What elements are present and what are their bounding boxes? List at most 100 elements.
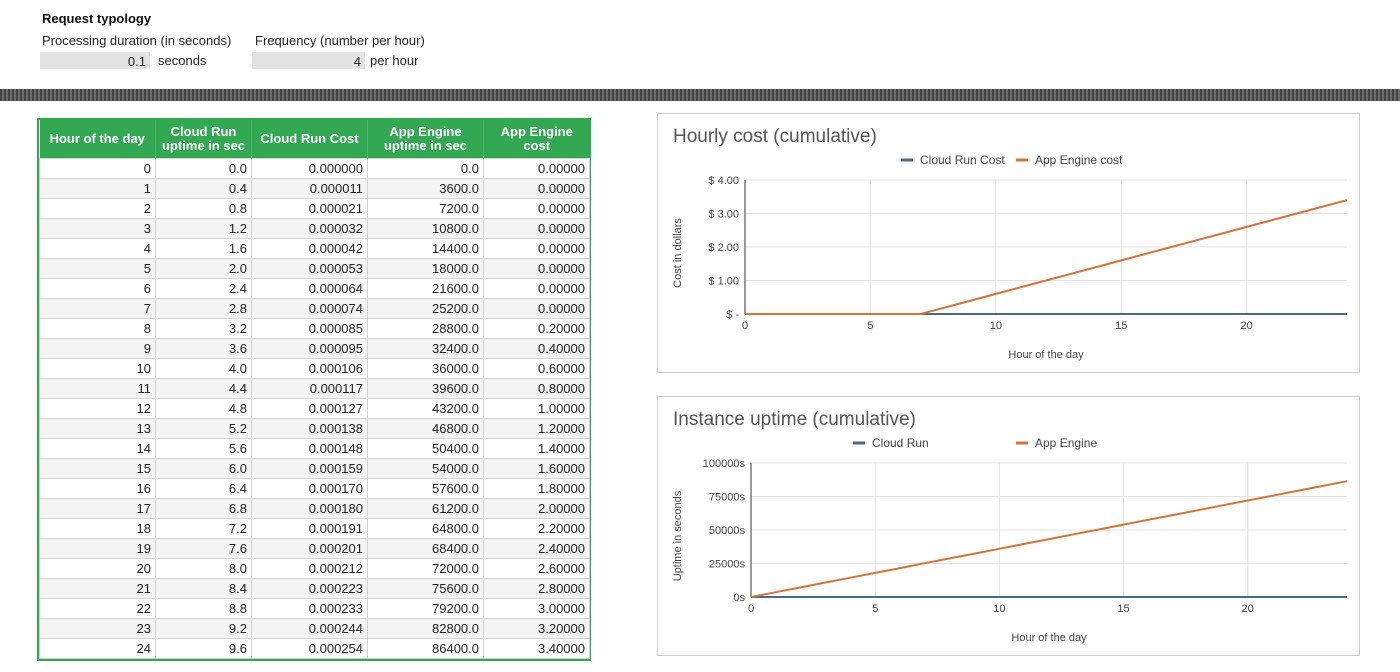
cell-hour[interactable]: 18 [39,518,156,539]
cell-cloud-run-uptime[interactable]: 0.8 [155,198,252,219]
cell-hour[interactable]: 0 [39,158,156,179]
cell-cloud-run-uptime[interactable]: 8.8 [155,598,252,619]
cell-hour[interactable]: 15 [39,458,156,479]
cell-app-engine-cost[interactable]: 2.00000 [483,498,590,519]
cell-app-engine-uptime[interactable]: 72000.0 [367,558,484,579]
cell-hour[interactable]: 10 [39,358,156,379]
cell-cloud-run-cost[interactable]: 0.000254 [251,638,368,659]
cell-cloud-run-cost[interactable]: 0.000191 [251,518,368,539]
cell-cloud-run-uptime[interactable]: 1.6 [155,238,252,259]
cell-app-engine-cost[interactable]: 1.80000 [483,478,590,499]
cell-app-engine-uptime[interactable]: 64800.0 [367,518,484,539]
cell-cloud-run-uptime[interactable]: 3.6 [155,338,252,359]
cell-hour[interactable]: 16 [39,478,156,499]
frequency-input[interactable] [252,52,365,69]
cell-cloud-run-cost[interactable]: 0.000011 [251,178,368,199]
cell-app-engine-uptime[interactable]: 50400.0 [367,438,484,459]
cell-cloud-run-uptime[interactable]: 6.4 [155,478,252,499]
cell-app-engine-uptime[interactable]: 68400.0 [367,538,484,559]
cell-hour[interactable]: 2 [39,198,156,219]
cell-hour[interactable]: 24 [39,638,156,659]
cell-cloud-run-cost[interactable]: 0.000170 [251,478,368,499]
header-cloud-run-uptime[interactable]: Cloud Run uptime in sec [155,120,252,159]
cell-hour[interactable]: 5 [39,258,156,279]
cell-cloud-run-uptime[interactable]: 6.8 [155,498,252,519]
hourly-cost-chart-card[interactable]: Hourly cost (cumulative) Cloud Run Cost Ap… [657,113,1360,373]
cell-app-engine-uptime[interactable]: 86400.0 [367,638,484,659]
cell-app-engine-uptime[interactable]: 57600.0 [367,478,484,499]
cell-app-engine-uptime[interactable]: 0.0 [367,158,484,179]
cell-cloud-run-uptime[interactable]: 4.8 [155,398,252,419]
cell-app-engine-cost[interactable]: 3.00000 [483,598,590,619]
cell-cloud-run-cost[interactable]: 0.000085 [251,318,368,339]
cell-cloud-run-uptime[interactable]: 1.2 [155,218,252,239]
cell-app-engine-cost[interactable]: 0.00000 [483,178,590,199]
cell-cloud-run-uptime[interactable]: 8.0 [155,558,252,579]
cell-cloud-run-uptime[interactable]: 9.6 [155,638,252,659]
cell-app-engine-cost[interactable]: 0.00000 [483,198,590,219]
cell-cloud-run-cost[interactable]: 0.000021 [251,198,368,219]
header-app-engine-uptime[interactable]: App Engine uptime in sec [367,120,484,159]
cell-cloud-run-cost[interactable]: 0.000148 [251,438,368,459]
cell-app-engine-cost[interactable]: 0.40000 [483,338,590,359]
cell-cloud-run-cost[interactable]: 0.000138 [251,418,368,439]
cell-app-engine-cost[interactable]: 0.00000 [483,158,590,179]
cell-app-engine-cost[interactable]: 0.00000 [483,278,590,299]
cell-app-engine-uptime[interactable]: 28800.0 [367,318,484,339]
cell-cloud-run-uptime[interactable]: 0.4 [155,178,252,199]
cell-app-engine-cost[interactable]: 1.40000 [483,438,590,459]
cell-hour[interactable]: 22 [39,598,156,619]
cell-app-engine-uptime[interactable]: 39600.0 [367,378,484,399]
cell-app-engine-cost[interactable]: 1.20000 [483,418,590,439]
cell-app-engine-cost[interactable]: 0.60000 [483,358,590,379]
cell-cloud-run-cost[interactable]: 0.000053 [251,258,368,279]
cell-cloud-run-cost[interactable]: 0.000233 [251,598,368,619]
cell-cloud-run-cost[interactable]: 0.000106 [251,358,368,379]
cell-app-engine-uptime[interactable]: 18000.0 [367,258,484,279]
cell-app-engine-uptime[interactable]: 14400.0 [367,238,484,259]
cell-hour[interactable]: 17 [39,498,156,519]
cell-app-engine-uptime[interactable]: 36000.0 [367,358,484,379]
cell-cloud-run-uptime[interactable]: 2.0 [155,258,252,279]
cell-app-engine-cost[interactable]: 0.80000 [483,378,590,399]
cell-app-engine-cost[interactable]: 2.20000 [483,518,590,539]
cell-cloud-run-cost[interactable]: 0.000117 [251,378,368,399]
cell-app-engine-uptime[interactable]: 46800.0 [367,418,484,439]
cell-cloud-run-uptime[interactable]: 5.6 [155,438,252,459]
cell-cloud-run-cost[interactable]: 0.000212 [251,558,368,579]
cell-cloud-run-uptime[interactable]: 2.4 [155,278,252,299]
cell-app-engine-cost[interactable]: 0.00000 [483,298,590,319]
cell-cloud-run-uptime[interactable]: 4.4 [155,378,252,399]
cell-cloud-run-uptime[interactable]: 6.0 [155,458,252,479]
cell-app-engine-uptime[interactable]: 82800.0 [367,618,484,639]
cell-app-engine-uptime[interactable]: 10800.0 [367,218,484,239]
cell-hour[interactable]: 20 [39,558,156,579]
cell-cloud-run-uptime[interactable]: 4.0 [155,358,252,379]
cell-app-engine-uptime[interactable]: 79200.0 [367,598,484,619]
cell-hour[interactable]: 21 [39,578,156,599]
processing-duration-input[interactable] [40,52,150,69]
cell-cloud-run-cost[interactable]: 0.000074 [251,298,368,319]
cell-hour[interactable]: 3 [39,218,156,239]
cell-cloud-run-cost[interactable]: 0.000223 [251,578,368,599]
cell-cloud-run-uptime[interactable]: 7.2 [155,518,252,539]
cell-hour[interactable]: 4 [39,238,156,259]
cell-hour[interactable]: 19 [39,538,156,559]
cell-app-engine-cost[interactable]: 0.00000 [483,218,590,239]
cell-app-engine-cost[interactable]: 0.00000 [483,258,590,279]
cell-hour[interactable]: 6 [39,278,156,299]
cell-app-engine-uptime[interactable]: 7200.0 [367,198,484,219]
cell-hour[interactable]: 12 [39,398,156,419]
cell-cloud-run-uptime[interactable]: 2.8 [155,298,252,319]
cell-app-engine-uptime[interactable]: 25200.0 [367,298,484,319]
cell-cloud-run-uptime[interactable]: 5.2 [155,418,252,439]
cell-cloud-run-uptime[interactable]: 0.0 [155,158,252,179]
cell-hour[interactable]: 11 [39,378,156,399]
cell-cloud-run-uptime[interactable]: 3.2 [155,318,252,339]
cell-cloud-run-uptime[interactable]: 8.4 [155,578,252,599]
cell-app-engine-cost[interactable]: 1.60000 [483,458,590,479]
cell-cloud-run-uptime[interactable]: 7.6 [155,538,252,559]
cell-hour[interactable]: 9 [39,338,156,359]
cell-hour[interactable]: 14 [39,438,156,459]
cell-cloud-run-cost[interactable]: 0.000244 [251,618,368,639]
